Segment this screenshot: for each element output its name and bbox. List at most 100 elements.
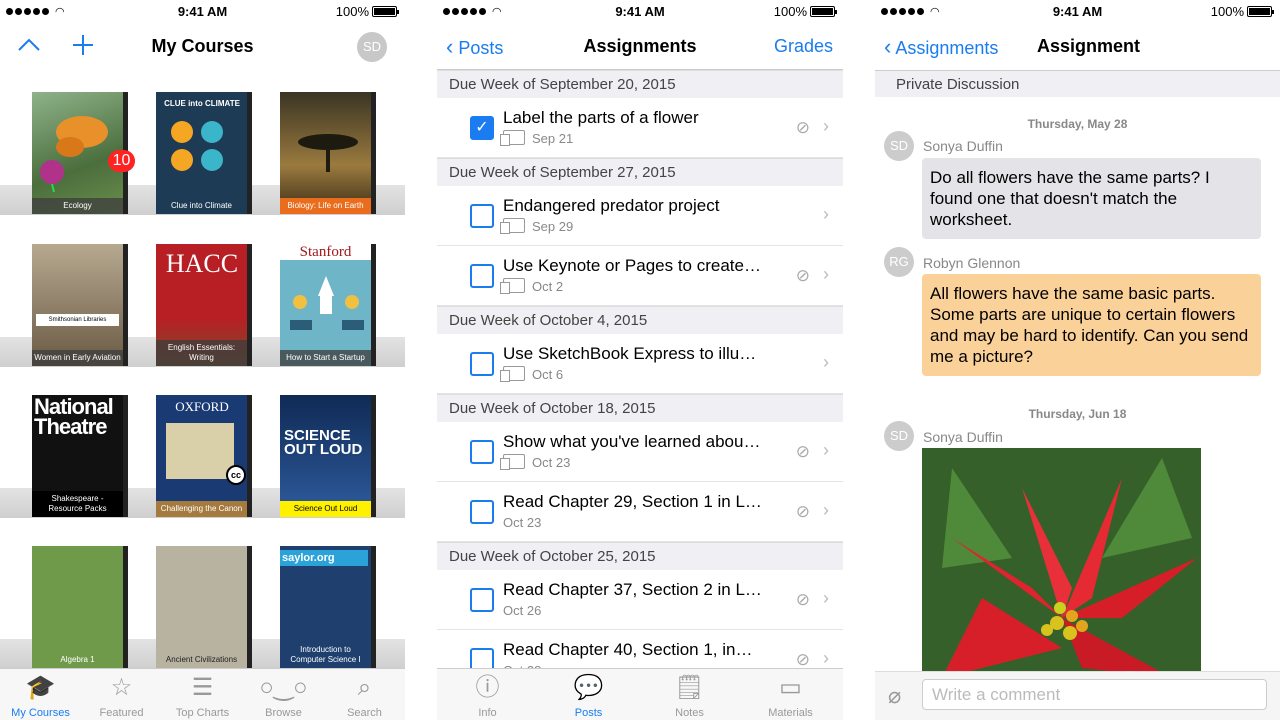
battery-level: 100% <box>1210 4 1244 19</box>
handout-icon <box>500 218 525 234</box>
tab-my-courses[interactable]: 🎓 My Courses <box>0 669 81 720</box>
course-book-science[interactable]: SCIENCE OUT LOUD Science Out Loud <box>280 395 376 517</box>
assignment-date: Sep 21 <box>532 131 574 146</box>
tab-browse[interactable]: ○‿○ Browse <box>243 669 324 720</box>
course-book-climate[interactable]: CLUE into CLIMATE Clue into Climate <box>156 92 252 214</box>
chevron-right-icon: › <box>823 440 829 460</box>
course-book-shakespeare[interactable]: National Theatre Shakespeare - Resource … <box>32 395 128 517</box>
avatar: SD <box>884 421 914 451</box>
shelf-row: Ecology 10 CLUE into CLIMATE Clue into C… <box>0 64 405 215</box>
handout-icon <box>500 278 525 294</box>
assignment-row[interactable]: ✓ Label the parts of a flower Sep 21 ⊘ › <box>437 98 843 158</box>
paperclip-icon: ⊘ <box>795 502 810 521</box>
rocket-icon <box>290 276 364 330</box>
assignment-checkbox[interactable] <box>470 500 494 524</box>
book-label: Challenging the Canon <box>156 501 247 517</box>
assignment-date: Oct 26 <box>503 603 542 618</box>
assignment-checkbox[interactable] <box>470 352 494 376</box>
shelf-row: Algebra 1 Ancient Civilizations saylor.o… <box>0 518 405 669</box>
book-cover-title: CLUE into CLIMATE <box>164 99 240 108</box>
course-book-ancient[interactable]: Ancient Civilizations <box>156 546 252 668</box>
comment-bar: ⌀ Write a comment <box>875 671 1280 720</box>
section-header: Private Discussion <box>875 70 1280 97</box>
sender-name: Sonya Duffin <box>923 138 1003 154</box>
book-cover-title: Stanford <box>280 244 371 260</box>
nav-bar: My Courses SD <box>0 22 405 70</box>
assignment-checkbox[interactable] <box>470 440 494 464</box>
tab-label: Notes <box>675 707 704 719</box>
tab-label: Posts <box>574 707 603 719</box>
back-button[interactable]: ‹ Assignments <box>884 34 998 60</box>
handout-icon <box>500 454 525 470</box>
status-bar: ◠ 9:41 AM 100% <box>437 0 843 22</box>
course-book-cs[interactable]: saylor.org Introduction to Computer Scie… <box>280 546 376 668</box>
course-book-startup[interactable]: Stanford How to Start a Startup <box>280 244 376 366</box>
sender-name: Robyn Glennon <box>923 255 1021 271</box>
section-header: Due Week of October 4, 2015 <box>437 306 843 334</box>
course-book-canon[interactable]: OXFORD cc Challenging the Canon <box>156 395 252 517</box>
section-header: Due Week of October 25, 2015 <box>437 542 843 570</box>
avatar[interactable]: SD <box>357 32 387 62</box>
chevron-right-icon: › <box>823 588 829 608</box>
my-courses-screen: ◠ 9:41 AM 100% My Courses SD Ecology 10 … <box>0 0 405 720</box>
tab-bar: ⓘ Info 💬 Posts 🗒 Notes ▭ Materials <box>437 668 843 720</box>
book-label: English Essentials: Writing <box>156 340 247 366</box>
book-cover-title: National Theatre <box>34 395 114 439</box>
assignment-row[interactable]: Show what you've learned abou… Oct 23 ⊘ › <box>437 422 843 482</box>
book-cover-title: SCIENCE OUT LOUD <box>284 427 363 458</box>
tab-posts[interactable]: 💬 Posts <box>538 669 639 720</box>
assignment-date: Oct 2 <box>532 279 564 294</box>
chevron-left-icon: ‹ <box>884 34 892 59</box>
chevron-right-icon: › <box>823 204 829 224</box>
book-label: Science Out Loud <box>280 501 371 517</box>
book-label: How to Start a Startup <box>280 350 371 366</box>
paperclip-icon: ⊘ <box>795 590 810 609</box>
course-book-aviation[interactable]: Smithsonian Libraries Women in Early Avi… <box>32 244 128 366</box>
assignment-checkbox[interactable] <box>470 204 494 228</box>
assignment-checkbox[interactable] <box>470 588 494 612</box>
cc-icon: cc <box>226 465 246 485</box>
section-header: Due Week of October 18, 2015 <box>437 394 843 422</box>
nav-bar: ‹ Posts Assignments Grades <box>437 22 843 70</box>
tab-info[interactable]: ⓘ Info <box>437 669 538 720</box>
assignment-title: Label the parts of a flower <box>503 108 699 127</box>
handout-icon <box>500 366 525 382</box>
tab-materials[interactable]: ▭ Materials <box>740 669 841 720</box>
assignment-row[interactable]: Read Chapter 37, Section 2 in L… Oct 26 ⊘ › <box>437 570 843 630</box>
course-book-biology[interactable]: Biology: Life on Earth <box>280 92 376 214</box>
materials-icon: ▭ <box>779 674 802 701</box>
battery-icon <box>810 6 837 17</box>
assignment-row[interactable]: Use Keynote or Pages to create… Oct 2 ⊘ › <box>437 246 843 306</box>
assignment-date: Oct 23 <box>503 515 542 530</box>
tab-label: Featured <box>99 707 144 719</box>
flower-photo[interactable] <box>922 448 1201 678</box>
attachment-icon[interactable]: ⌀ <box>888 683 901 709</box>
book-label: Women in Early Aviation <box>32 350 123 366</box>
shelf-row: National Theatre Shakespeare - Resource … <box>0 367 405 518</box>
assignment-row[interactable]: Endangered predator project Sep 29 › <box>437 186 843 246</box>
sender-name: Sonya Duffin <box>923 429 1003 445</box>
assignment-checkbox[interactable] <box>470 264 494 288</box>
tab-label: Materials <box>768 707 813 719</box>
assignment-row[interactable]: Use SketchBook Express to illu… Oct 6 › <box>437 334 843 394</box>
course-book-algebra[interactable]: Algebra 1 <box>32 546 128 668</box>
tab-top-charts[interactable]: ☰ Top Charts <box>162 669 243 720</box>
book-cover-title: HACC <box>165 249 239 278</box>
comment-input[interactable]: Write a comment <box>922 679 1267 710</box>
tab-search[interactable]: ⌕ Search <box>324 669 405 720</box>
book-label: Ecology <box>32 198 123 214</box>
tab-label: Top Charts <box>175 707 230 719</box>
search-icon: ⌕ <box>357 674 372 701</box>
assignment-row[interactable]: Read Chapter 29, Section 1 in L… Oct 23 ⊘ › <box>437 482 843 542</box>
battery-icon <box>372 6 399 17</box>
course-book-english[interactable]: HACC English Essentials: Writing <box>156 244 252 366</box>
assignment-date: Oct 6 <box>532 367 564 382</box>
paperclip-icon: ⊘ <box>795 118 810 137</box>
assignment-title: Use Keynote or Pages to create… <box>503 256 761 275</box>
assignment-checkbox[interactable]: ✓ <box>470 116 494 140</box>
tab-featured[interactable]: ☆ Featured <box>81 669 162 720</box>
book-cover-title: Smithsonian Libraries <box>36 314 119 326</box>
chevron-right-icon: › <box>823 500 829 520</box>
grades-button[interactable]: Grades <box>774 36 833 57</box>
tab-notes[interactable]: 🗒 Notes <box>639 669 740 720</box>
